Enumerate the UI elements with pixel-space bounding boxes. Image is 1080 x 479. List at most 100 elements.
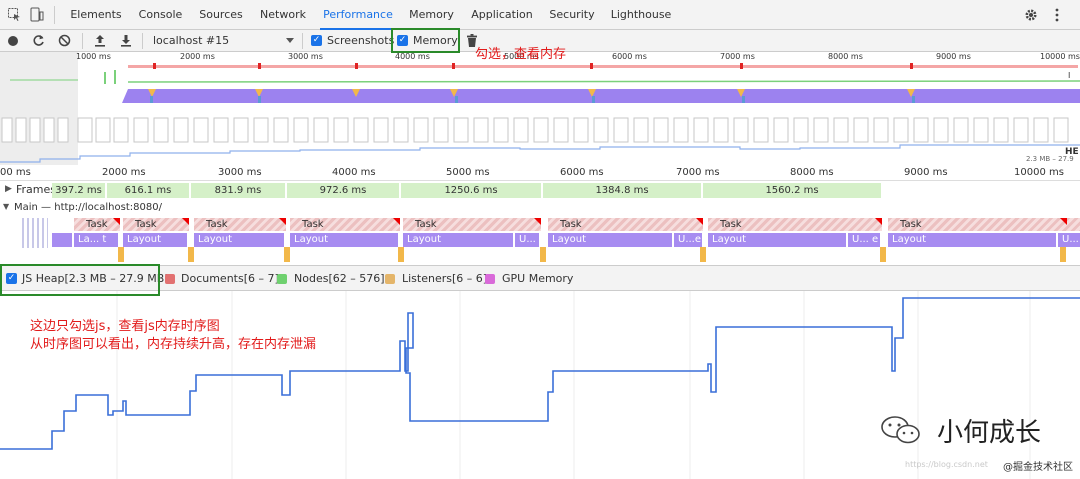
tab-memory[interactable]: Memory [404,0,459,30]
watermark-site: @掘金技术社区 [1003,462,1073,473]
profile-select[interactable]: localhost #15 [153,34,229,47]
settings-gear-icon[interactable] [1024,8,1038,22]
layout-block[interactable]: U... e [1058,233,1080,247]
frame-block[interactable]: 1250.6 ms [401,183,541,198]
layout-block[interactable]: Layout [708,233,846,247]
toolbar-separator [142,33,143,49]
chevron-down-icon[interactable] [286,38,294,43]
screenshots-checkbox[interactable]: ✓ [311,35,322,46]
ruler-tick: 3000 ms [218,167,262,178]
memory-counters-bar: ✓ JS Heap[2.3 MB – 27.9 MB] Documents[6 … [0,265,1080,291]
long-task-marker [279,218,286,225]
frame-block[interactable]: 1384.8 ms [543,183,701,198]
ruler-tick: 5000 ms [446,167,490,178]
task-block[interactable]: Task [403,218,541,231]
task-block[interactable]: Task [194,218,286,231]
task-block[interactable]: Task [888,218,1080,231]
script-block[interactable] [540,247,546,262]
script-block[interactable] [880,247,886,262]
layout-block[interactable]: Layout [123,233,187,247]
tab-application[interactable]: Application [467,0,537,30]
frame-block[interactable]: 397.2 ms [52,183,105,198]
ruler-tick: 9000 ms [904,167,948,178]
long-task-marker [182,218,189,225]
load-profile-icon[interactable] [94,34,106,47]
ruler-tick: 00 ms [0,167,31,178]
frame-block[interactable]: 831.9 ms [191,183,285,198]
documents-checkbox[interactable] [165,274,175,284]
layout-block[interactable]: La... t [74,233,118,247]
watermark-faint: https://blog.csdn.net [905,460,988,469]
main-thread-title: Main — http://localhost:8080/ [14,202,162,213]
script-block[interactable] [700,247,706,262]
task-block[interactable]: Task [123,218,189,231]
layout-block[interactable]: Layout [403,233,513,247]
layout-block[interactable]: Layout [194,233,284,247]
timeline-ruler: 00 ms 2000 ms 3000 ms 4000 ms 5000 ms 60… [0,165,1080,181]
task-block[interactable]: Task [548,218,703,231]
gpu-memory-checkbox[interactable] [485,274,495,284]
task-block[interactable]: Task [708,218,882,231]
documents-label: Documents[6 – 7] [181,272,279,285]
save-profile-icon[interactable] [120,34,132,47]
tab-performance[interactable]: Performance [320,0,396,30]
layout-block[interactable]: Layout [290,233,398,247]
nodes-checkbox[interactable] [277,274,287,284]
long-task-marker [534,218,541,225]
long-task-marker [696,218,703,225]
frame-block[interactable]: 972.6 ms [287,183,399,198]
tab-network[interactable]: Network [254,0,312,30]
devtools-tab-bar: Elements Console Sources Network Perform… [0,0,1080,30]
overview-gpu-tag: I [1068,71,1071,80]
device-toolbar-icon[interactable] [30,7,44,22]
toolbar-separator [302,33,303,49]
record-icon[interactable] [8,36,18,46]
script-block[interactable] [188,247,194,262]
script-block[interactable] [1060,247,1066,262]
long-task-marker [875,218,882,225]
clear-icon[interactable] [58,34,71,47]
inspect-element-icon[interactable] [8,8,21,21]
long-task-marker [1060,218,1067,225]
more-options-icon[interactable] [1054,8,1060,22]
ruler-tick: 2000 ms [102,167,146,178]
collapse-main-icon[interactable]: ▼ [3,202,9,211]
tab-console[interactable]: Console [133,0,188,30]
memory-highlight-box [391,28,460,53]
ruler-tick: 8000 ms [790,167,834,178]
script-block[interactable] [118,247,124,262]
annotation-check-memory: 勾选，查看内存 [475,47,567,62]
overview-heap-range: 2.3 MB – 27.9 [1026,155,1074,163]
ruler-tick: 4000 ms [332,167,376,178]
layout-block[interactable] [52,233,72,247]
layout-block[interactable]: U... [515,233,539,247]
frames-track[interactable]: ▶ Frames 397.2 ms 616.1 ms 831.9 ms 972.… [0,181,1080,199]
js-heap-highlight-box [0,264,160,296]
wechat-logo-icon [880,414,922,446]
annotation-line-1: 这边只勾选js，查看js内存时序图 [30,319,220,334]
toolbar-separator [82,33,83,49]
nodes-label: Nodes[62 – 576] [294,272,385,285]
gpu-memory-label: GPU Memory [502,272,574,285]
tab-sources[interactable]: Sources [195,0,247,30]
tab-elements[interactable]: Elements [66,0,126,30]
listeners-checkbox[interactable] [385,274,395,284]
reload-record-icon[interactable] [32,34,45,47]
layout-block[interactable]: U...e [674,233,702,247]
layout-block[interactable]: Layout [888,233,1056,247]
tab-security[interactable]: Security [545,0,599,30]
script-block[interactable] [284,247,290,262]
timeline-overview[interactable]: 1000 ms 2000 ms 3000 ms 4000 ms 5000 ms … [0,52,1080,165]
layout-block[interactable]: Layout [548,233,672,247]
frame-block[interactable]: 616.1 ms [107,183,189,198]
tab-lighthouse[interactable]: Lighthouse [607,0,675,30]
ruler-tick: 10000 ms [1014,167,1064,178]
tab-separator [54,6,55,24]
task-block[interactable]: Task [290,218,400,231]
layout-block[interactable]: U... e [848,233,880,247]
frame-block[interactable]: 1560.2 ms [703,183,881,198]
listeners-label: Listeners[6 – 6] [402,272,488,285]
expand-frames-icon[interactable]: ▶ [5,184,12,194]
main-thread-track[interactable]: ▼ Main — http://localhost:8080/ Task Tas… [0,199,1080,265]
script-block[interactable] [398,247,404,262]
